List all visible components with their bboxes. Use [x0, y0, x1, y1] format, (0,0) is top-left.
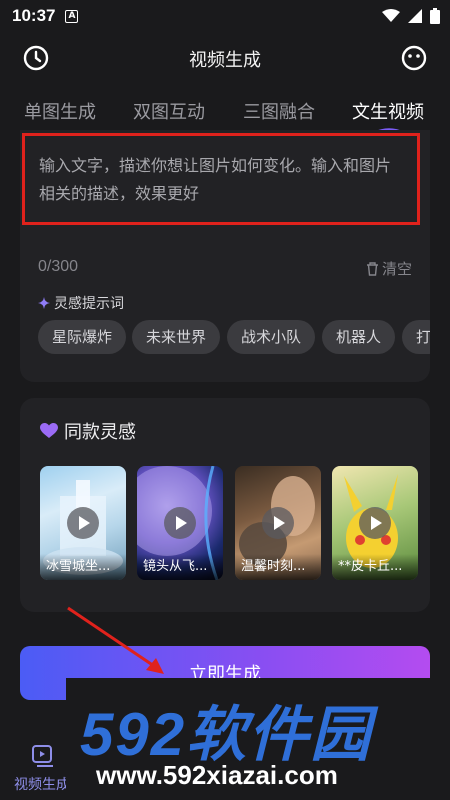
chip-more[interactable]: 打: [402, 320, 430, 354]
play-icon: [67, 507, 99, 539]
watermark-url: www.592xiazai.com: [96, 760, 338, 790]
prompt-input[interactable]: 输入文字，描述你想让图片如何变化。输入和图片相关的描述，效果更好: [22, 133, 420, 225]
tab-single-image[interactable]: 单图生成: [24, 98, 96, 124]
nav-video-generate-label: 视频生成: [14, 777, 70, 793]
smiley-icon[interactable]: [400, 44, 428, 72]
thumbnail-ice-castle[interactable]: 冰雪城坐...: [40, 466, 126, 580]
thumbnail-pikachu[interactable]: **皮卡丘...: [332, 466, 418, 580]
same-style-title: 同款灵感: [64, 422, 136, 443]
watermark: 592软件园 www.592xiazai.com: [66, 678, 450, 800]
sparkle-icon: [38, 297, 50, 309]
status-bar: 10:37 A: [0, 0, 450, 32]
mode-tabs: 单图生成 双图互动 三图融合 文生视频: [0, 92, 450, 132]
battery-icon: [430, 8, 440, 24]
clear-button[interactable]: 清空: [365, 258, 412, 279]
chip-tactical-squad[interactable]: 战术小队: [227, 320, 316, 354]
page-title: 视频生成: [189, 50, 261, 71]
tab-text-to-video[interactable]: 文生视频: [352, 98, 424, 124]
status-icons: [382, 8, 440, 24]
thumbnail-caption: 镜头从飞...: [137, 554, 223, 580]
app-header: 视频生成: [0, 36, 450, 80]
thumbnail-caption: 冰雪城坐...: [40, 554, 126, 580]
play-icon: [262, 507, 294, 539]
chip-star-explosion[interactable]: 星际爆炸: [38, 320, 127, 354]
annotation-arrow: [67, 606, 164, 674]
tab-triple-image[interactable]: 三图融合: [243, 98, 315, 124]
same-style-heading: 同款灵感: [40, 418, 136, 444]
wifi-icon: [382, 9, 400, 22]
chip-robot[interactable]: 机器人: [322, 320, 396, 354]
thumbnail-warm-moment[interactable]: 温馨时刻...: [235, 466, 321, 580]
play-icon: [164, 507, 196, 539]
thumbnail-camera-fly[interactable]: 镜头从飞...: [137, 466, 223, 580]
video-ai-icon: [32, 745, 53, 767]
a-notification-icon: A: [65, 9, 79, 23]
clear-label: 清空: [381, 260, 412, 278]
status-time: 10:37: [12, 6, 56, 25]
inspiration-chips: 星际爆炸 未来世界 战术小队 机器人 打: [38, 320, 430, 356]
inspiration-label-text: 灵感提示词: [54, 296, 124, 312]
thumbnail-caption: **皮卡丘...: [332, 554, 418, 580]
thumbnail-caption: 温馨时刻...: [235, 554, 321, 580]
char-counter: 0/300: [38, 258, 79, 275]
signal-icon: [408, 9, 422, 23]
trash-icon: [366, 262, 378, 276]
inspiration-label: 灵感提示词: [38, 293, 124, 313]
chip-future-world[interactable]: 未来世界: [132, 320, 221, 354]
tab-dual-image[interactable]: 双图互动: [133, 98, 205, 124]
heart-icon: [40, 423, 58, 438]
play-icon: [359, 507, 391, 539]
